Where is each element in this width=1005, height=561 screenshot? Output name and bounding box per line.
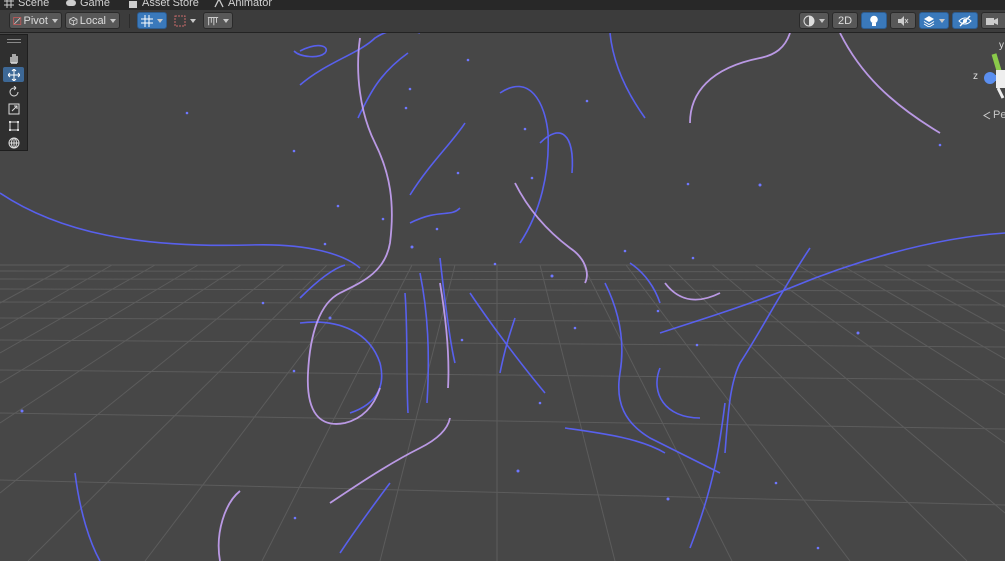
tab-game-label: Game <box>80 0 110 9</box>
local-dropdown[interactable]: Local <box>65 12 120 29</box>
tab-scene[interactable]: Scene <box>4 0 49 10</box>
transform-tool-button[interactable] <box>3 135 24 150</box>
chevron-down-icon <box>52 18 58 23</box>
scene-canvas <box>0 33 1005 561</box>
local-label: Local <box>79 14 106 27</box>
tools-overlay <box>0 34 28 151</box>
drag-handle-icon[interactable] <box>7 39 21 43</box>
pivot-label: Pivot <box>23 14 48 27</box>
chevron-down-icon <box>157 18 163 23</box>
increment-snap-toggle[interactable] <box>170 12 200 29</box>
transform-globe-icon <box>8 137 19 148</box>
rotate-tool-button[interactable] <box>3 84 24 99</box>
orientation-gizmo[interactable]: y z <box>968 40 1005 120</box>
layers-icon <box>923 15 935 27</box>
lightbulb-icon <box>870 15 878 26</box>
tab-scene-label: Scene <box>18 0 50 9</box>
hand-tool-button[interactable] <box>3 50 24 65</box>
scale-icon <box>8 103 19 114</box>
scene-viewport[interactable] <box>0 33 1005 561</box>
tab-asset-store[interactable]: Asset Store <box>128 0 199 10</box>
draw-mode-dropdown[interactable] <box>799 12 829 29</box>
cube-icon <box>69 16 78 25</box>
chevron-down-icon <box>190 18 196 23</box>
particle-trails-blue <box>0 33 1005 561</box>
mode-2d-toggle[interactable]: 2D <box>832 12 858 29</box>
perspective-icon <box>983 111 991 119</box>
scene-visibility-toggle[interactable] <box>952 12 978 29</box>
ground-grid <box>0 264 1005 561</box>
pivot-dropdown[interactable]: Pivot <box>9 12 62 29</box>
grid-icon <box>4 0 14 8</box>
ruler-icon <box>207 16 219 25</box>
effects-dropdown[interactable] <box>919 12 949 29</box>
scale-tool-button[interactable] <box>3 101 24 116</box>
camera-settings-dropdown[interactable] <box>981 12 1005 29</box>
projection-toggle[interactable]: Pe <box>983 109 1005 121</box>
camera-icon <box>986 17 998 25</box>
chevron-down-icon <box>819 18 825 23</box>
audio-toggle[interactable] <box>890 12 916 29</box>
hidden-eye-icon <box>958 15 972 26</box>
scene-tab-bar: Scene Game Asset Store Animator <box>0 0 1005 10</box>
tab-game[interactable]: Game <box>66 0 110 10</box>
tab-animator[interactable]: Animator <box>214 0 272 10</box>
grid-snapping-toggle[interactable] <box>137 12 167 29</box>
rect-transform-icon <box>8 120 19 131</box>
audio-mute-icon <box>898 15 909 26</box>
move-arrows-icon <box>7 68 20 81</box>
axis-z-label: z <box>973 71 978 82</box>
pivot-icon <box>13 16 22 25</box>
particle-trails-lavender <box>217 33 941 561</box>
tab-animator-label: Animator <box>228 0 273 9</box>
mode-2d-label: 2D <box>837 14 853 27</box>
projection-label: Pe <box>993 109 1005 121</box>
lighting-toggle[interactable] <box>861 12 887 29</box>
chevron-down-icon <box>110 18 116 23</box>
tab-asset-store-label: Asset Store <box>142 0 199 9</box>
axis-y-label: y <box>999 40 1004 51</box>
grid-snap-icon <box>141 14 153 27</box>
rotate-icon <box>9 85 18 96</box>
increment-snap-icon <box>174 15 186 26</box>
chevron-down-icon <box>223 18 229 23</box>
align-tools-dropdown[interactable] <box>203 12 233 29</box>
chevron-down-icon <box>939 18 945 23</box>
store-bag-icon <box>129 1 137 8</box>
gamepad-icon <box>66 0 76 6</box>
hand-icon <box>9 53 18 64</box>
rect-tool-button[interactable] <box>3 118 24 133</box>
shading-sphere-icon <box>803 15 815 26</box>
toolbar-divider <box>129 14 130 28</box>
animator-icon <box>214 0 224 8</box>
move-tool-button[interactable] <box>3 67 24 82</box>
scene-toolbar: Pivot Local 2D <box>0 10 1005 33</box>
